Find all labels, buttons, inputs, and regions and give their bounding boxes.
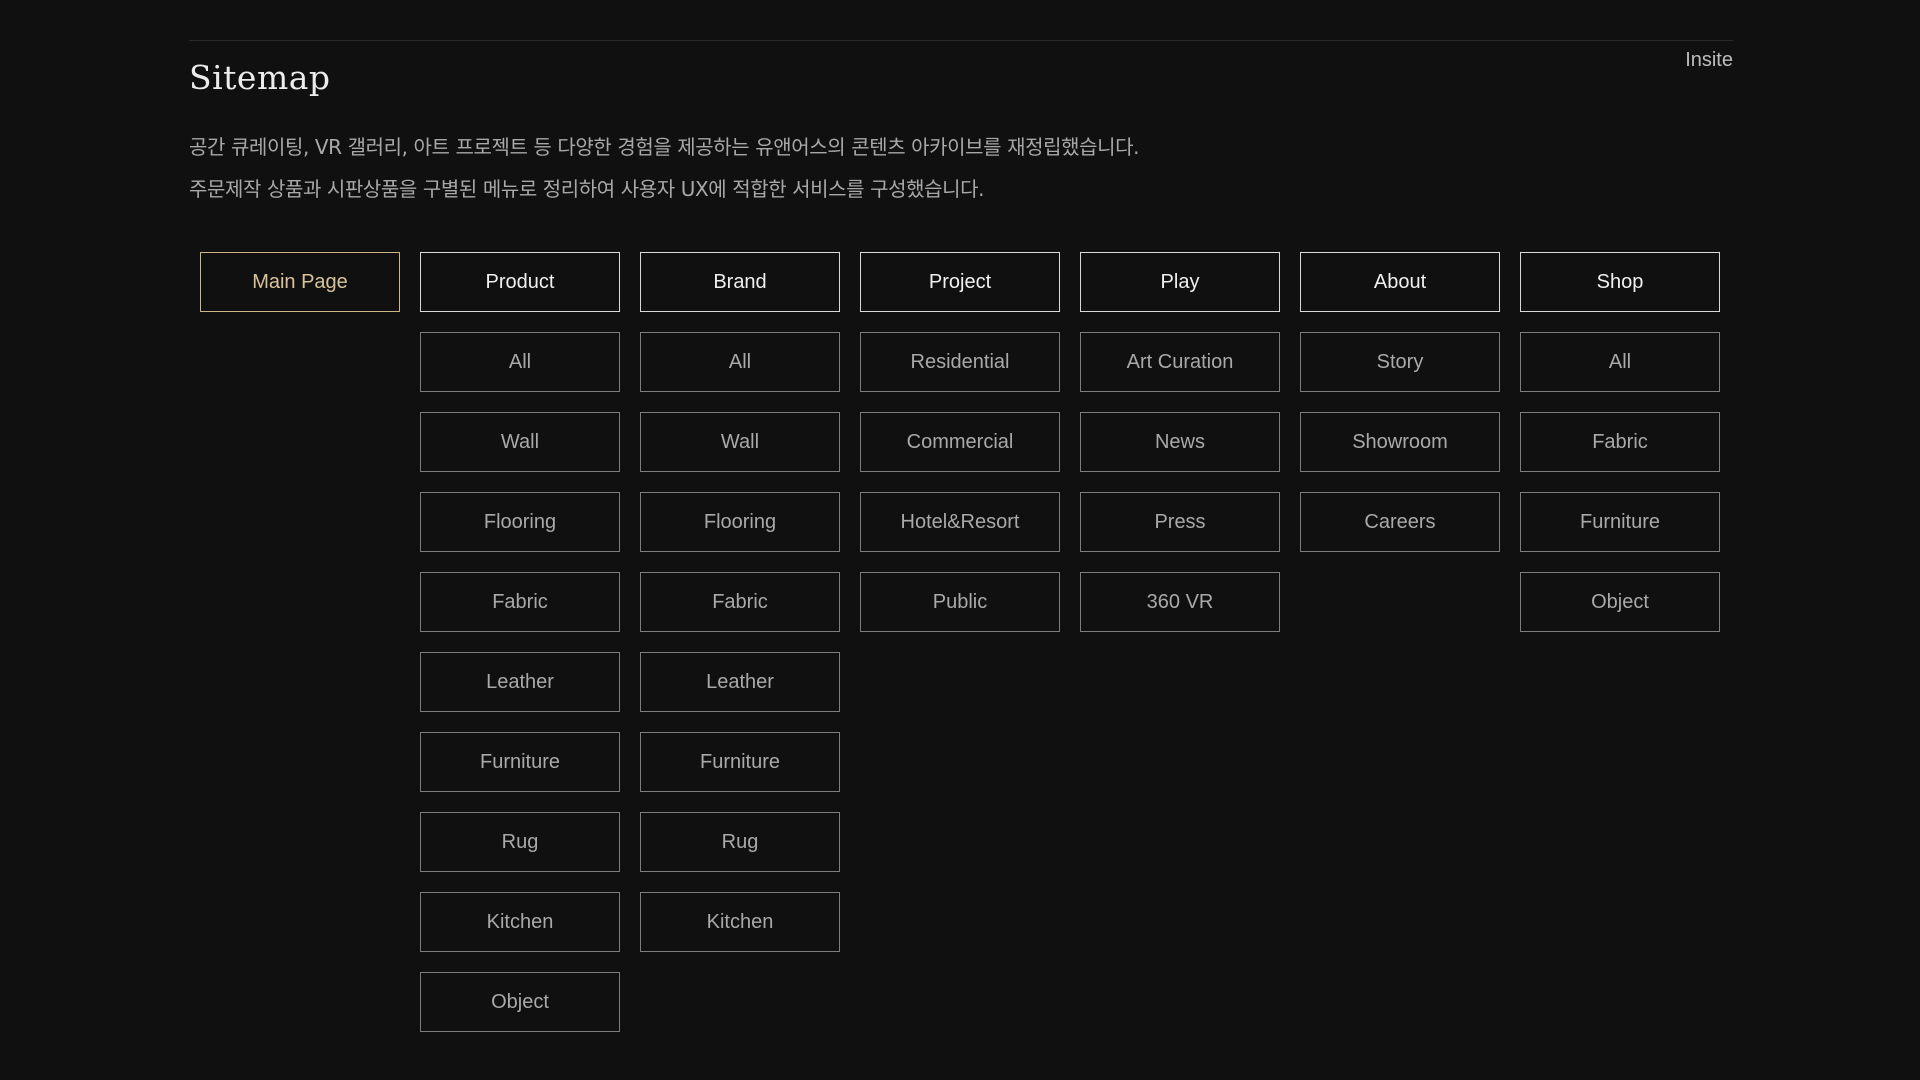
sitemap-item[interactable]: Leather [420,652,620,712]
sitemap-item[interactable]: All [420,332,620,392]
page-title: Sitemap [189,58,331,97]
sitemap-item[interactable]: Furniture [640,732,840,792]
sitemap-header-product[interactable]: Product [420,252,620,312]
sitemap-column-project: Project Residential Commercial Hotel&Res… [860,252,1060,1032]
sitemap-item[interactable]: Wall [640,412,840,472]
sitemap-item[interactable]: Fabric [420,572,620,632]
sitemap-item[interactable]: Kitchen [640,892,840,952]
sitemap-item[interactable]: Careers [1300,492,1500,552]
description-line-1: 공간 큐레이팅, VR 갤러리, 아트 프로젝트 등 다양한 경험을 제공하는 … [189,135,1140,159]
sitemap-column-shop: Shop All Fabric Furniture Object [1520,252,1720,1032]
sitemap-item[interactable]: News [1080,412,1280,472]
sitemap-item[interactable]: Object [1520,572,1720,632]
sitemap-item[interactable]: Public [860,572,1060,632]
sitemap-item[interactable]: Showroom [1300,412,1500,472]
sitemap-item[interactable]: Wall [420,412,620,472]
sitemap-item[interactable]: Furniture [1520,492,1720,552]
top-divider [189,40,1733,41]
sitemap-column-main: Main Page [200,252,400,1032]
description-line-2: 주문제작 상품과 시판상품을 구별된 메뉴로 정리하여 사용자 UX에 적합한 … [189,177,985,201]
section-label[interactable]: Insite [1685,49,1733,72]
sitemap-header-play[interactable]: Play [1080,252,1280,312]
sitemap-item[interactable]: Flooring [640,492,840,552]
sitemap-header-project[interactable]: Project [860,252,1060,312]
sitemap-item[interactable]: Kitchen [420,892,620,952]
sitemap-item[interactable]: Object [420,972,620,1032]
sitemap-item[interactable]: Rug [640,812,840,872]
sitemap-item[interactable]: Fabric [640,572,840,632]
sitemap-item[interactable]: Rug [420,812,620,872]
sitemap-item[interactable]: All [640,332,840,392]
description: 공간 큐레이팅, VR 갤러리, 아트 프로젝트 등 다양한 경험을 제공하는 … [189,134,1589,218]
sitemap-column-product: Product All Wall Flooring Fabric Leather… [420,252,620,1032]
sitemap-grid: Main Page Product All Wall Flooring Fabr… [200,252,1720,1032]
sitemap-header-about[interactable]: About [1300,252,1500,312]
sitemap-column-about: About Story Showroom Careers [1300,252,1500,1032]
sitemap-main-page[interactable]: Main Page [200,252,400,312]
sitemap-item[interactable]: 360 VR [1080,572,1280,632]
sitemap-column-brand: Brand All Wall Flooring Fabric Leather F… [640,252,840,1032]
sitemap-item[interactable]: Leather [640,652,840,712]
sitemap-header-brand[interactable]: Brand [640,252,840,312]
sitemap-item[interactable]: Fabric [1520,412,1720,472]
sitemap-item[interactable]: Hotel&Resort [860,492,1060,552]
sitemap-item[interactable]: Residential [860,332,1060,392]
sitemap-item[interactable]: Story [1300,332,1500,392]
sitemap-item[interactable]: All [1520,332,1720,392]
sitemap-item[interactable]: Commercial [860,412,1060,472]
sitemap-header-shop[interactable]: Shop [1520,252,1720,312]
sitemap-item[interactable]: Flooring [420,492,620,552]
sitemap-item[interactable]: Art Curation [1080,332,1280,392]
sitemap-item[interactable]: Press [1080,492,1280,552]
sitemap-column-play: Play Art Curation News Press 360 VR [1080,252,1280,1032]
sitemap-item[interactable]: Furniture [420,732,620,792]
